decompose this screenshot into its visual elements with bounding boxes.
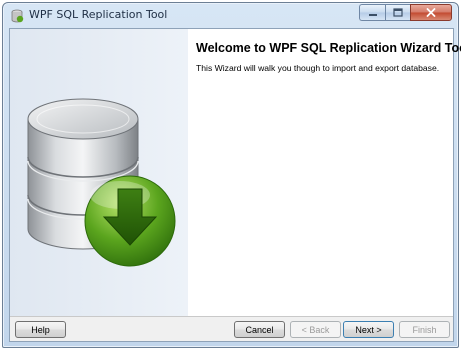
wizard-button-bar: Help Cancel < Back Next > Finish — [10, 316, 453, 341]
back-button[interactable]: < Back — [290, 321, 341, 338]
next-button[interactable]: Next > — [343, 321, 394, 338]
wizard-content: Welcome to WPF SQL Replication Wizard To… — [188, 29, 461, 316]
minimize-button[interactable] — [359, 4, 385, 21]
close-icon — [426, 8, 436, 17]
wizard-window: WPF SQL Replication Tool Welcome to WPF … — [2, 2, 461, 348]
welcome-description: This Wizard will walk you though to impo… — [196, 63, 440, 73]
minimize-icon — [368, 13, 377, 16]
app-icon — [11, 9, 24, 23]
maximize-button[interactable] — [385, 4, 410, 21]
maximize-icon — [393, 8, 403, 17]
finish-button[interactable]: Finish — [399, 321, 450, 338]
wizard-side-panel — [10, 29, 188, 316]
help-button[interactable]: Help — [15, 321, 66, 338]
window-title: WPF SQL Replication Tool — [29, 8, 168, 21]
close-button[interactable] — [410, 4, 452, 21]
cancel-button[interactable]: Cancel — [234, 321, 285, 338]
wizard-client-area: Welcome to WPF SQL Replication Wizard To… — [9, 28, 461, 342]
database-download-icon — [27, 98, 176, 267]
welcome-heading: Welcome to WPF SQL Replication Wizard To… — [196, 41, 461, 55]
title-bar[interactable]: WPF SQL Replication Tool — [3, 3, 458, 28]
